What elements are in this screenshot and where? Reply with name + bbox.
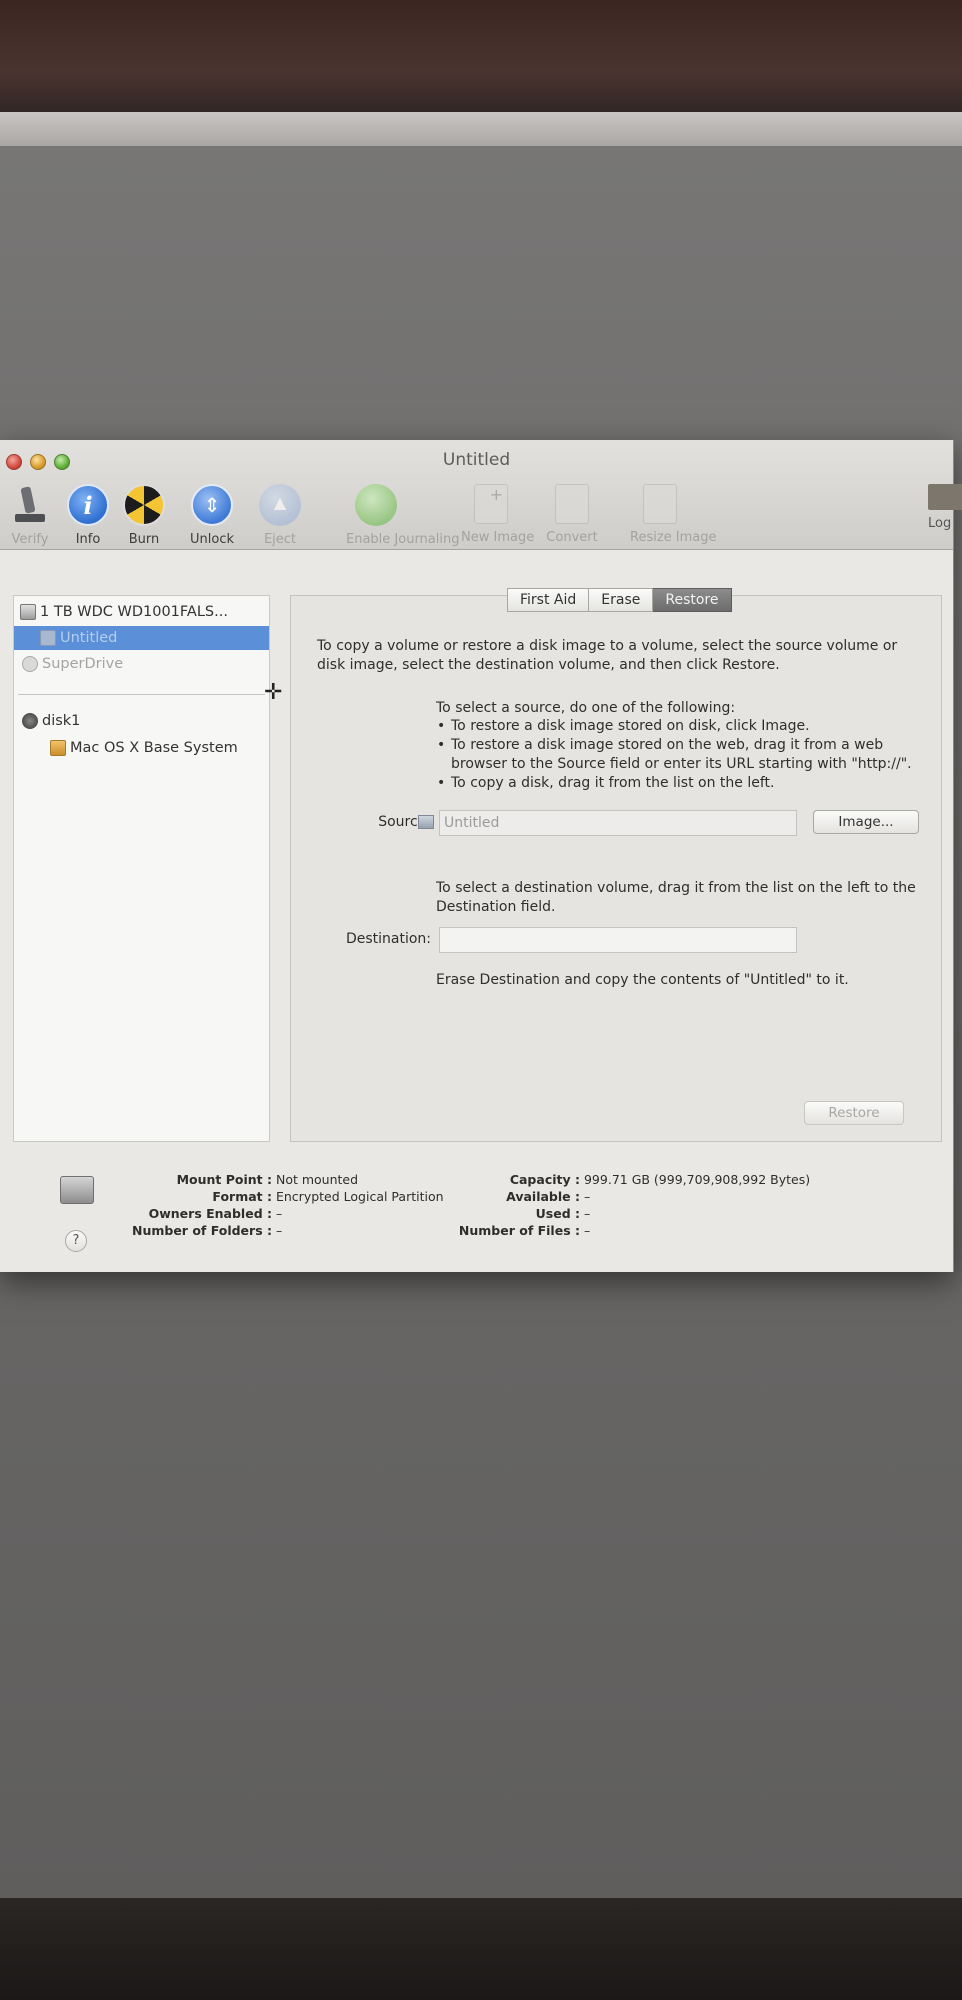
folders-label: Number of Folders :	[132, 1223, 272, 1238]
list-item: To restore a disk image stored on the we…	[436, 736, 926, 774]
erase-destination-text: Erase Destination and copy the contents …	[436, 972, 849, 988]
restore-button[interactable]: Restore	[804, 1101, 904, 1125]
volume-name: Untitled	[60, 630, 118, 646]
new-image-icon	[474, 484, 508, 524]
owners-value: –	[275, 1206, 283, 1221]
available-value: –	[583, 1189, 591, 1204]
mount-point-row: Mount Point : Not mounted	[40, 1172, 358, 1187]
owners-label: Owners Enabled :	[148, 1206, 272, 1221]
burn-label: Burn	[128, 532, 160, 547]
capacity-row: Capacity : 999.71 GB (999,709,908,992 By…	[440, 1172, 810, 1187]
source-instructions-list: To restore a disk image stored on disk, …	[436, 717, 926, 793]
volume-icon	[40, 630, 56, 646]
window-titlebar: Untitled Verify i Info Burn Unlock Eject…	[0, 440, 962, 550]
list-item: To copy a disk, drag it from the list on…	[436, 774, 926, 793]
tab-restore[interactable]: Restore	[653, 588, 732, 612]
eject-icon	[259, 484, 301, 526]
destination-instructions: To select a destination volume, drag it …	[436, 880, 916, 915]
superdrive-name: SuperDrive	[42, 656, 124, 672]
list-item-base-system[interactable]: Mac OS X Base System	[14, 736, 269, 760]
convert-icon	[555, 484, 589, 524]
base-system-name: Mac OS X Base System	[70, 740, 238, 756]
optical-drive-icon	[22, 656, 38, 672]
resize-image-icon	[643, 484, 677, 524]
destination-label: Destination:	[345, 931, 431, 947]
disk-image-icon	[22, 713, 38, 729]
burn-button[interactable]: Burn	[114, 484, 174, 547]
mount-point-label: Mount Point :	[176, 1172, 272, 1187]
format-label: Format :	[212, 1189, 272, 1204]
list-item-disk1[interactable]: disk1	[14, 709, 269, 733]
folders-value: –	[275, 1223, 283, 1238]
tab-first-aid[interactable]: First Aid	[507, 588, 590, 612]
convert-label: Convert	[546, 530, 598, 545]
disk-source-list: 1 TB WDC WD1001FALS... Untitled SuperDri…	[13, 595, 270, 1142]
files-row: Number of Files : –	[440, 1223, 590, 1238]
burn-icon	[123, 484, 165, 526]
log-button[interactable]: Log	[928, 484, 962, 531]
list-item-drive[interactable]: 1 TB WDC WD1001FALS...	[14, 600, 269, 624]
eject-button[interactable]: Eject	[250, 484, 310, 547]
verify-button[interactable]: Verify	[0, 484, 60, 547]
available-label: Available :	[506, 1189, 580, 1204]
destination-field[interactable]	[439, 927, 797, 953]
new-image-label: New Image	[461, 530, 535, 545]
owners-row: Owners Enabled : –	[40, 1206, 283, 1221]
folders-row: Number of Folders : –	[40, 1223, 282, 1238]
convert-button[interactable]: Convert	[542, 484, 602, 545]
files-label: Number of Files :	[458, 1223, 580, 1238]
restore-intro-text: To copy a volume or restore a disk image…	[317, 638, 898, 673]
used-row: Used : –	[440, 1206, 591, 1221]
disk-utility-window: Untitled Verify i Info Burn Unlock Eject…	[0, 440, 962, 1272]
new-image-button[interactable]: New Image	[461, 484, 535, 545]
verify-label: Verify	[11, 532, 49, 547]
files-value: –	[583, 1223, 591, 1238]
enable-journaling-button[interactable]: Enable Journaling	[346, 484, 460, 547]
format-value: Encrypted Logical Partition	[275, 1189, 444, 1204]
journaling-icon	[355, 484, 397, 526]
list-divider	[18, 694, 265, 695]
volume-icon	[50, 740, 66, 756]
image-button[interactable]: Image...	[813, 810, 919, 834]
volume-icon	[418, 815, 434, 829]
unlock-label: Unlock	[190, 532, 234, 547]
photo-bottom-frame	[0, 1898, 962, 2000]
tab-bar: First Aid Erase Restore	[507, 588, 732, 612]
source-instructions-heading: To select a source, do one of the follow…	[436, 700, 736, 716]
restore-panel: First Aid Erase Restore To copy a volume…	[290, 588, 942, 1142]
source-field[interactable]: Untitled	[439, 810, 797, 836]
unlock-icon	[191, 484, 233, 526]
info-button[interactable]: i Info	[58, 484, 118, 547]
drive-name: 1 TB WDC WD1001FALS...	[40, 604, 228, 620]
log-icon	[928, 484, 962, 510]
used-label: Used :	[535, 1206, 580, 1221]
used-value: –	[583, 1206, 591, 1221]
microscope-icon	[9, 484, 51, 526]
photo-top-frame	[0, 0, 962, 118]
capacity-value: 999.71 GB (999,709,908,992 Bytes)	[583, 1172, 811, 1187]
source-label: Source:	[378, 814, 431, 830]
resize-image-label: Resize Image	[630, 530, 717, 545]
hard-drive-icon	[20, 604, 36, 620]
eject-label: Eject	[263, 532, 297, 547]
log-label: Log	[928, 516, 952, 531]
screen-edge	[0, 112, 962, 146]
available-row: Available : –	[440, 1189, 590, 1204]
list-item: To restore a disk image stored on disk, …	[436, 717, 926, 736]
mount-point-value: Not mounted	[275, 1172, 359, 1187]
info-label: Info	[75, 532, 101, 547]
tab-erase[interactable]: Erase	[589, 588, 654, 612]
list-item-superdrive[interactable]: SuperDrive	[14, 652, 269, 676]
unlock-button[interactable]: Unlock	[182, 484, 242, 547]
resize-cursor-icon: ✛	[264, 680, 283, 705]
format-row: Format : Encrypted Logical Partition	[40, 1189, 444, 1204]
list-item-untitled[interactable]: Untitled	[14, 626, 269, 650]
resize-image-button[interactable]: Resize Image	[630, 484, 717, 545]
enable-journaling-label: Enable Journaling	[346, 532, 460, 547]
window-title: Untitled	[442, 450, 511, 470]
info-icon: i	[67, 484, 109, 526]
capacity-label: Capacity :	[509, 1172, 580, 1187]
disk1-name: disk1	[42, 713, 81, 729]
